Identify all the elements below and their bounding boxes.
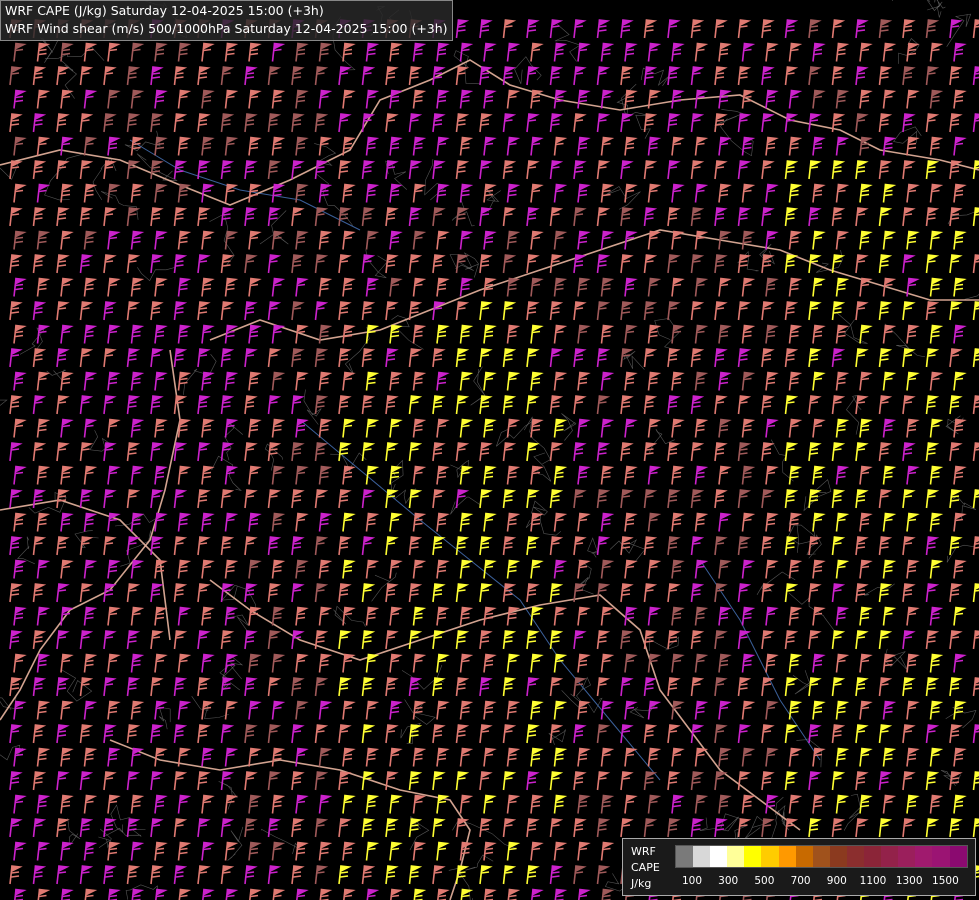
legend-swatch	[812, 846, 830, 867]
legend-swatch	[727, 846, 745, 867]
legend-swatch	[761, 846, 779, 867]
legend-tick: 700	[790, 875, 811, 887]
wind-shear-title: WRF Wind shear (m/s) 500/1000hPa Saturda…	[5, 21, 448, 36]
map-background	[0, 0, 979, 900]
legend-model-label: WRF	[631, 845, 656, 858]
legend-tick: 500	[754, 875, 775, 887]
legend-swatch	[710, 846, 728, 867]
legend-tick: 100	[681, 875, 703, 887]
legend-tick-labels: 100 300 500 700 900 1100 1300 1500	[675, 875, 965, 889]
cape-legend: WRF CAPE J/kg 100 300 500 700 900 1100 1300 150…	[622, 838, 976, 896]
legend-swatch	[915, 846, 933, 867]
cape-title: WRF CAPE (J/kg) Saturday 12-04-2025 15:0…	[5, 3, 324, 18]
weather-map	[0, 0, 979, 900]
legend-swatch	[829, 846, 847, 867]
legend-swatch	[881, 846, 899, 867]
legend-swatch	[949, 846, 967, 867]
legend-swatch	[778, 846, 796, 867]
legend-color-scale	[675, 845, 968, 868]
legend-swatch	[846, 846, 865, 867]
legend-tick: 900	[826, 875, 847, 887]
legend-swatch	[932, 846, 950, 867]
legend-swatch	[744, 846, 762, 867]
legend-unit-label: J/kg	[631, 877, 652, 890]
legend-field-label: CAPE	[631, 861, 660, 874]
legend-swatch	[693, 846, 711, 867]
legend-swatch	[898, 846, 916, 867]
map-title-box: WRF CAPE (J/kg) Saturday 12-04-2025 15:0…	[0, 0, 453, 41]
legend-tick: 300	[718, 875, 739, 887]
legend-tick: 1300	[895, 875, 923, 887]
legend-swatch	[864, 846, 882, 867]
legend-tick: 1100	[859, 875, 887, 887]
legend-swatch	[676, 846, 694, 867]
legend-swatch	[795, 846, 813, 867]
legend-tick: 1500	[932, 875, 959, 887]
